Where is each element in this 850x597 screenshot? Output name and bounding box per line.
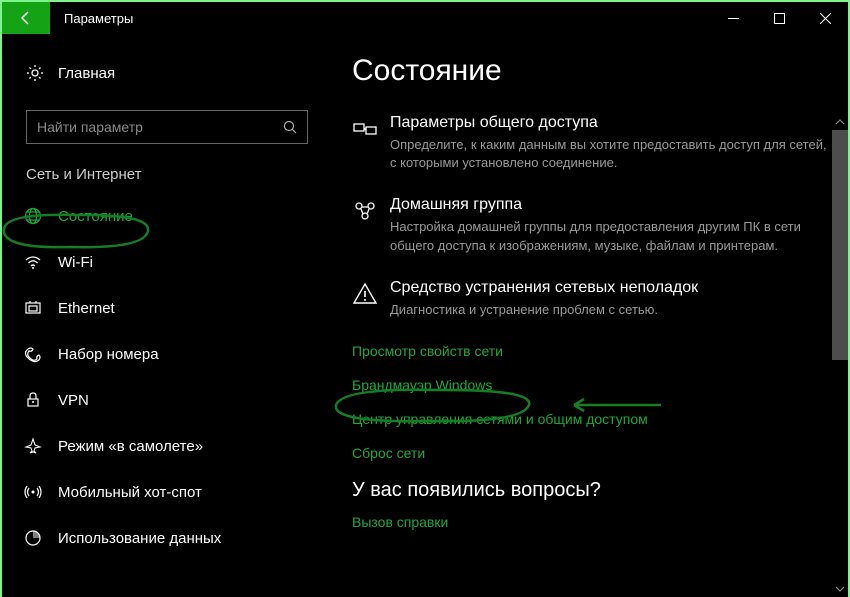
wifi-icon [24, 253, 42, 271]
warning-icon [352, 281, 378, 307]
block-desc: Диагностика и устранение проблем с сетью… [390, 301, 828, 319]
sidebar-section-header: Сеть и Интернет [2, 166, 332, 183]
globe-icon [24, 207, 42, 225]
gear-icon [26, 64, 44, 82]
maximize-icon [774, 13, 785, 24]
scroll-thumb[interactable] [832, 130, 848, 360]
homegroup-icon [352, 198, 378, 224]
block-title: Параметры общего доступа [390, 114, 828, 132]
sidebar-item-label: Использование данных [58, 530, 221, 547]
sidebar-item-vpn[interactable]: VPN [2, 377, 332, 423]
airplane-icon [24, 437, 42, 455]
block-title: Средство устранения сетевых неполадок [390, 279, 828, 297]
sidebar-item-label: Мобильный хот-спот [58, 484, 202, 501]
back-button[interactable] [2, 2, 50, 34]
link-network-center[interactable]: Центр управления сетями и общим доступом [352, 411, 838, 427]
window-controls [710, 2, 848, 34]
block-title: Домашняя группа [390, 196, 828, 214]
sidebar-item-label: Состояние [58, 208, 133, 225]
scroll-down-button[interactable] [832, 581, 848, 597]
block-sharing[interactable]: Параметры общего доступа Определите, к к… [352, 114, 838, 172]
scroll-up-button[interactable] [832, 114, 848, 130]
minimize-button[interactable] [710, 2, 756, 34]
scrollbar[interactable] [832, 114, 848, 597]
sidebar-home[interactable]: Главная [2, 54, 332, 92]
nav-list: Состояние Wi-Fi Ethernet Набор номера VP… [2, 193, 332, 561]
sidebar-item-label: VPN [58, 392, 89, 409]
sidebar-item-data-usage[interactable]: Использование данных [2, 515, 332, 561]
window-title: Параметры [64, 11, 133, 26]
search-box[interactable] [26, 110, 308, 144]
sidebar-item-label: Wi-Fi [58, 254, 93, 271]
sharing-icon [352, 116, 378, 142]
block-desc: Определите, к каким данным вы хотите пре… [390, 136, 828, 172]
close-button[interactable] [802, 2, 848, 34]
sidebar-item-dialup[interactable]: Набор номера [2, 331, 332, 377]
sidebar-item-status[interactable]: Состояние [2, 193, 332, 239]
data-usage-icon [24, 529, 42, 547]
main-pane: Состояние Параметры общего доступа Опред… [332, 34, 848, 597]
sidebar-item-ethernet[interactable]: Ethernet [2, 285, 332, 331]
link-network-properties[interactable]: Просмотр свойств сети [352, 343, 838, 359]
sidebar-item-label: Ethernet [58, 300, 115, 317]
sidebar-item-hotspot[interactable]: Мобильный хот-спот [2, 469, 332, 515]
sidebar-item-label: Режим «в самолете» [58, 438, 203, 455]
sidebar-item-airplane[interactable]: Режим «в самолете» [2, 423, 332, 469]
minimize-icon [728, 13, 739, 24]
chevron-down-icon [835, 584, 845, 594]
page-title: Состояние [352, 54, 838, 88]
link-firewall[interactable]: Брандмауэр Windows [352, 377, 838, 393]
hotspot-icon [24, 483, 42, 501]
maximize-button[interactable] [756, 2, 802, 34]
link-network-reset[interactable]: Сброс сети [352, 445, 838, 461]
search-input[interactable] [37, 119, 283, 135]
sidebar-item-wifi[interactable]: Wi-Fi [2, 239, 332, 285]
sidebar-item-label: Набор номера [58, 346, 159, 363]
questions-heading: У вас появились вопросы? [352, 479, 838, 502]
block-troubleshoot[interactable]: Средство устранения сетевых неполадок Ди… [352, 279, 838, 319]
link-help[interactable]: Вызов справки [352, 514, 838, 530]
ethernet-icon [24, 299, 42, 317]
dialup-icon [24, 345, 42, 363]
sidebar-home-label: Главная [58, 65, 115, 82]
arrow-left-icon [18, 10, 34, 26]
titlebar: Параметры [2, 2, 848, 34]
search-icon [283, 120, 297, 134]
block-homegroup[interactable]: Домашняя группа Настройка домашней групп… [352, 196, 838, 254]
vpn-icon [24, 391, 42, 409]
chevron-up-icon [835, 117, 845, 127]
sidebar: Главная Сеть и Интернет Состояние Wi-Fi [2, 34, 332, 597]
close-icon [820, 13, 831, 24]
block-desc: Настройка домашней группы для предоставл… [390, 218, 828, 254]
